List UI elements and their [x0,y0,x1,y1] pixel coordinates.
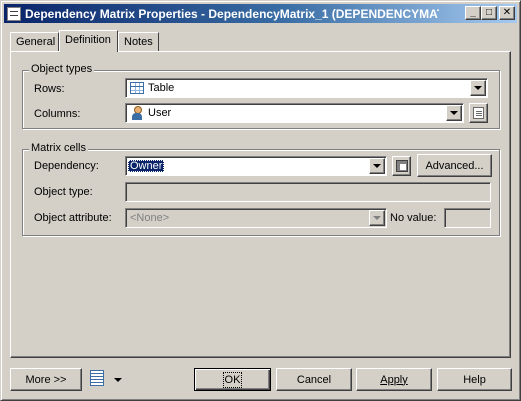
apply-button-label: Apply [380,373,408,386]
dependency-properties-icon [395,160,408,172]
user-icon [130,106,144,120]
properties-icon [473,107,484,119]
matrix-cells-legend: Matrix cells [29,142,89,154]
tab-general[interactable]: General [10,32,59,51]
maximize-button[interactable]: □ [481,6,497,20]
dialog-app-icon [7,6,21,21]
object-attribute-label: Object attribute: [34,212,112,224]
columns-select[interactable]: User [125,103,464,123]
columns-value: User [148,107,172,119]
rows-label: Rows: [34,83,65,95]
no-value-field[interactable] [444,208,491,228]
dependency-value: Owner [128,160,165,172]
chevron-down-icon[interactable] [114,378,122,382]
definition-panel: Object types Rows: Table Columns: User M… [10,51,511,358]
object-attribute-select[interactable]: <None> [125,208,387,228]
help-button[interactable]: Help [437,368,512,391]
dependency-properties-button[interactable] [392,156,411,176]
columns-label: Columns: [34,108,81,120]
dependency-select[interactable]: Owner [125,156,387,176]
rows-select[interactable]: Table [125,78,488,98]
ok-button[interactable]: OK [194,368,271,391]
rows-value: Table [148,82,175,94]
table-icon [130,82,144,94]
cancel-button[interactable]: Cancel [276,368,352,391]
object-attribute-value: <None> [130,212,170,224]
columns-properties-button[interactable] [469,103,488,123]
more-button[interactable]: More >> [10,368,82,391]
advanced-button[interactable]: Advanced... [417,154,492,177]
cancel-button-label: Cancel [296,373,332,386]
object-attribute-dropdown-arrow-icon[interactable] [369,210,385,226]
tab-definition[interactable]: Definition [59,30,118,52]
dependency-dropdown-arrow-icon[interactable] [369,158,385,174]
apply-button[interactable]: Apply [356,368,432,391]
rows-dropdown-arrow-icon[interactable] [470,80,486,96]
dependency-label: Dependency: [34,160,99,172]
tab-notes[interactable]: Notes [118,32,159,51]
close-button[interactable]: ✕ [499,6,515,20]
minimize-button[interactable]: _ [465,6,481,20]
ok-button-label: OK [222,371,243,388]
object-type-field[interactable] [125,182,491,202]
dialog-window: Dependency Matrix Properties - Dependenc… [0,0,521,401]
object-type-label: Object type: [34,186,93,198]
columns-dropdown-arrow-icon[interactable] [446,105,462,121]
more-button-label: More >> [25,373,67,386]
document-list-icon[interactable] [89,369,105,387]
help-button-label: Help [463,373,486,386]
no-value-label: No value: [390,212,437,224]
title-bar[interactable]: Dependency Matrix Properties - Dependenc… [4,4,517,23]
object-types-legend: Object types [29,63,95,75]
window-title: Dependency Matrix Properties - Dependenc… [25,6,439,21]
